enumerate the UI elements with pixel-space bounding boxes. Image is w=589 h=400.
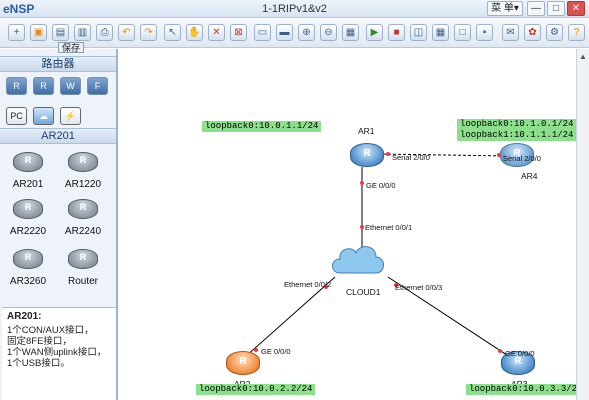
cloud1-label: CLOUD1 [346, 287, 381, 297]
ar1-label: AR1 [358, 126, 375, 136]
maximize-button[interactable]: □ [547, 1, 565, 16]
device-description: AR201: 1个CON/AUX接口， 固定8FE接口， 1个WAN侧uplin… [2, 307, 116, 400]
delete-icon[interactable]: ✕ [208, 24, 225, 41]
text-icon[interactable]: ▭ [254, 24, 271, 41]
ar4-serial-port-label: Serial 2/0/0 [503, 154, 541, 163]
cloud-e2-port-label: Ethernet 0/0/2 [284, 280, 332, 289]
main-menu-button[interactable]: 菜 单▾ [487, 1, 523, 16]
capture-icon[interactable]: ◫ [410, 24, 427, 41]
switch-category-icon[interactable]: R [33, 77, 54, 95]
device-section-title: AR201 [0, 128, 116, 144]
loopback-label: loopback0:10.0.2.2/24 [196, 384, 316, 395]
device-label: AR201 [12, 179, 44, 190]
description-line: 1个WAN侧uplink接口， [7, 347, 107, 358]
vertical-scrollbar[interactable]: ▲ [576, 49, 589, 400]
delete-all-icon[interactable]: ⊠ [230, 24, 247, 41]
loopback-label: loopback0:10.1.0.1/24 [457, 119, 577, 130]
ar1-serial-port-label: Serial 2/0/0 [392, 153, 430, 162]
zoom-out-icon[interactable]: ⊖ [320, 24, 337, 41]
ar201-device-icon[interactable]: R [13, 152, 43, 172]
forum-icon[interactable]: ✉ [502, 24, 519, 41]
cloud-e1-port-label: Ethernet 0/0/1 [365, 223, 413, 232]
loopback-label: loopback0:10.0.3.3/24 [466, 384, 586, 395]
pc-category-icon[interactable]: PC [6, 107, 27, 125]
minimize-button[interactable]: — [527, 1, 545, 16]
device-label: AR3260 [9, 276, 47, 287]
show-grid-icon[interactable]: ▦ [432, 24, 449, 41]
generic-router-device-icon[interactable]: R [68, 249, 98, 269]
loopback-label: loopback0:10.0.1.1/24 [202, 121, 322, 132]
help-icon[interactable]: ? [568, 24, 585, 41]
title-bar: eNSP 1-1RIPv1&v2 菜 单▾ — □ ✕ [0, 0, 589, 18]
save-as-icon[interactable]: ▥ [74, 24, 91, 41]
zoom-in-icon[interactable]: ⊕ [298, 24, 315, 41]
description-line: 固定8FE接口， [7, 336, 72, 347]
stop-icon[interactable]: ■ [388, 24, 405, 41]
category-title: 路由器 [0, 56, 116, 72]
cloud-category-icon[interactable]: ☁ [33, 107, 54, 125]
firewall-category-icon[interactable]: F [87, 77, 108, 95]
capture-screen-icon[interactable]: ▪ [476, 24, 493, 41]
port-dot [360, 225, 364, 229]
fit-icon[interactable]: ▦ [342, 24, 359, 41]
port-dot [498, 349, 502, 353]
loopback-label: loopback1:10.1.1.1/24 [457, 130, 577, 141]
undo-icon[interactable]: ↶ [118, 24, 135, 41]
ar1220-device-icon[interactable]: R [68, 152, 98, 172]
rectangle-icon[interactable]: ▬ [276, 24, 293, 41]
toolbar: + ▣ ▤ ▥ ⎙ ↶ ↷ ↖ ✋ ✕ ⊠ ▭ ▬ ⊕ ⊖ ▦ ▶ ■ ◫ ▦ … [0, 18, 589, 48]
redo-icon[interactable]: ↷ [140, 24, 157, 41]
cloud1-node[interactable] [328, 241, 388, 283]
port-dot [497, 153, 501, 157]
ar2240-device-icon[interactable]: R [68, 199, 98, 219]
ar3-ge-port-label: GE 0/0/0 [505, 349, 535, 358]
wlan-category-icon[interactable]: W [60, 77, 81, 95]
device-label: Router [67, 276, 98, 287]
save-tooltip: 保存 [58, 42, 85, 53]
select-icon[interactable]: ↖ [164, 24, 181, 41]
scroll-up-icon[interactable]: ▲ [579, 52, 587, 61]
settings-icon[interactable]: ⚙ [546, 24, 563, 41]
cloud-icon [332, 246, 384, 274]
ar2-node[interactable]: R [226, 351, 260, 375]
port-dot [254, 348, 258, 352]
description-title: AR201: [7, 311, 42, 322]
huawei-icon[interactable]: ✿ [524, 24, 541, 41]
cloud-e3-port-label: Ethernet 0/0/3 [395, 283, 443, 292]
open-icon[interactable]: ▣ [30, 24, 47, 41]
topology-canvas[interactable]: CLOUD1 R AR1 R AR4 R AR2 R AR3 Serial 2/… [120, 49, 586, 400]
router-category-icon[interactable]: R [6, 77, 27, 95]
close-button[interactable]: ✕ [567, 1, 585, 16]
print-icon[interactable]: ⎙ [96, 24, 113, 41]
ar1-node[interactable]: R [350, 143, 384, 167]
device-label: AR1220 [64, 179, 102, 190]
cloud-ar2-link[interactable] [244, 276, 336, 358]
ar3260-device-icon[interactable]: R [13, 249, 43, 269]
topology-icon[interactable]: □ [454, 24, 471, 41]
port-dot [386, 152, 390, 156]
device-label: AR2220 [9, 226, 47, 237]
ar1-ge-port-label: GE 0/0/0 [366, 181, 396, 190]
cable-category-icon[interactable]: ⚡ [60, 107, 81, 125]
device-label: AR2240 [64, 226, 102, 237]
ar2-ge-port-label: GE 0/0/0 [261, 347, 291, 356]
topology-links [244, 153, 511, 358]
new-topology-icon[interactable]: + [8, 24, 25, 41]
ar2220-device-icon[interactable]: R [13, 199, 43, 219]
device-panel: 路由器 R R W F PC ☁ ⚡ AR201 R AR201 R AR122… [0, 49, 118, 400]
start-icon[interactable]: ▶ [366, 24, 383, 41]
ar4-label: AR4 [521, 171, 538, 181]
save-icon[interactable]: ▤ [52, 24, 69, 41]
description-line: 1个USB接口。 [7, 358, 70, 369]
description-line: 1个CON/AUX接口， [7, 325, 94, 336]
hand-icon[interactable]: ✋ [186, 24, 203, 41]
port-dot [360, 181, 364, 185]
